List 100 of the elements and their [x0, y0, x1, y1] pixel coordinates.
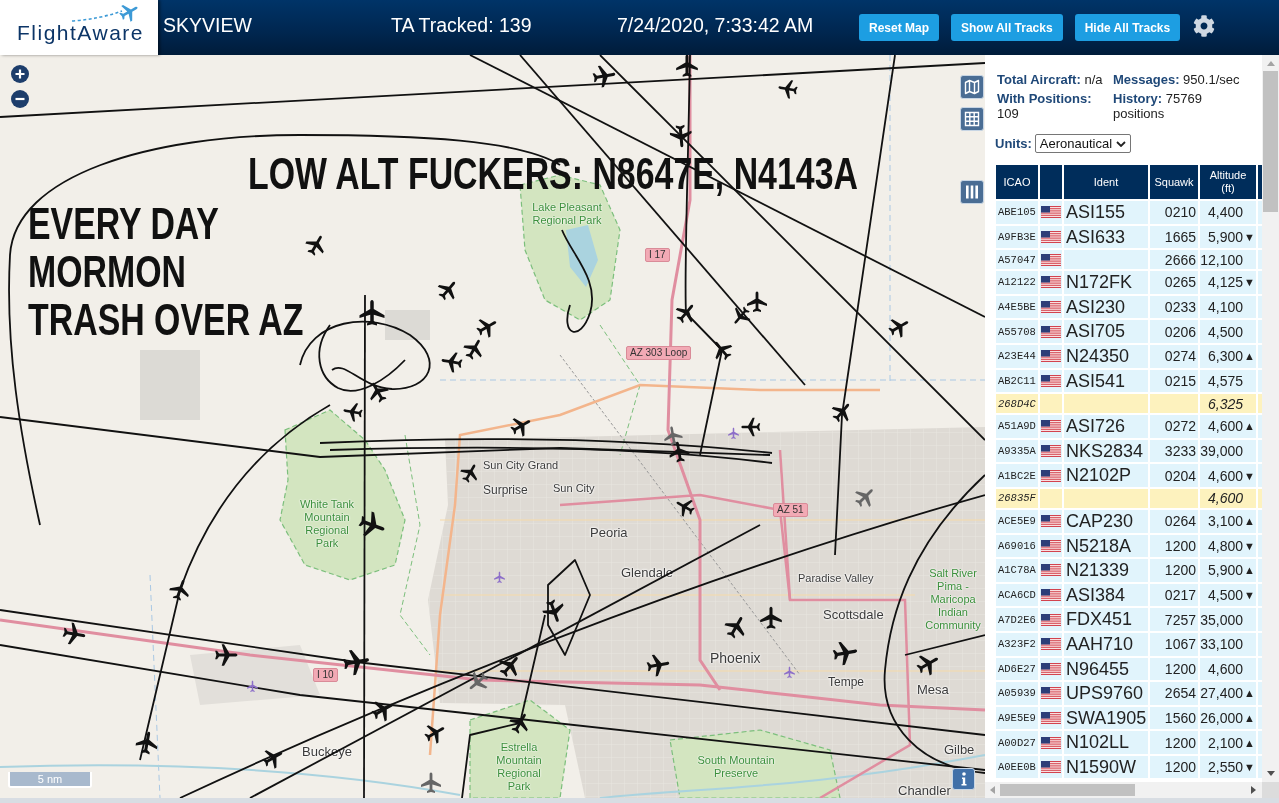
- altitude-value: 3,100: [1207, 513, 1243, 530]
- column-header[interactable]: Ident: [1064, 165, 1148, 199]
- airplane-icon[interactable]: [168, 578, 192, 602]
- airport-icon: [493, 571, 506, 584]
- scroll-right-icon[interactable]: [1251, 786, 1256, 794]
- column-header[interactable]: ICAO: [996, 165, 1038, 199]
- airplane-icon[interactable]: [758, 605, 784, 631]
- flag-icon: [1041, 687, 1061, 700]
- airplane-icon[interactable]: [341, 647, 371, 677]
- airplane-icon[interactable]: [740, 416, 762, 438]
- altitude-value: 4,400: [1207, 204, 1243, 221]
- table-cell: UPS9760: [1064, 682, 1148, 705]
- settings-icon[interactable]: [1193, 14, 1216, 37]
- place-label: Chandler: [898, 784, 951, 798]
- logo-wordmark[interactable]: FlightAware: [17, 22, 144, 44]
- airplane-icon[interactable]: [342, 401, 364, 423]
- vertical-scrollbar[interactable]: [1262, 55, 1279, 782]
- table-cell: N5218A: [1064, 534, 1148, 558]
- map-view-button[interactable]: [960, 75, 984, 99]
- trend-arrow: ▲: [1243, 420, 1255, 433]
- scrollbar-thumb[interactable]: [1000, 784, 1135, 796]
- info-button[interactable]: [952, 768, 975, 790]
- flag-icon: [1041, 301, 1061, 314]
- airplane-icon[interactable]: [668, 123, 694, 149]
- altitude-value: 4,600: [1207, 467, 1243, 484]
- columns-button[interactable]: [960, 180, 984, 204]
- airplane-icon[interactable]: [662, 425, 684, 447]
- units-label: Units:: [995, 136, 1032, 151]
- map-annotation: EVERY DAY MORMON TRASH OVER AZ: [28, 200, 304, 344]
- road-label: I 17: [645, 248, 670, 262]
- units-select[interactable]: Aeronautical: [1034, 134, 1132, 153]
- folded-map-icon: [964, 79, 980, 95]
- altitude-value: 4,125: [1207, 274, 1243, 291]
- altitude-value: 5,900: [1207, 228, 1243, 245]
- altitude-value: 33,100: [1200, 636, 1243, 653]
- table-cell: A323F2: [996, 632, 1038, 656]
- table-cell: N21339: [1064, 559, 1148, 582]
- stat-text: Messages: 950.1/sec: [1113, 72, 1241, 87]
- flag-icon: [1041, 589, 1061, 601]
- place-label: Scottsdale: [823, 608, 884, 623]
- table-cell: 3233: [1150, 439, 1198, 463]
- flag-icon: [1041, 374, 1061, 387]
- table-cell: 1200: [1150, 657, 1198, 681]
- altitude-value: 4,100: [1207, 299, 1243, 316]
- built-up-area: [385, 310, 430, 340]
- table-cell: ASI230: [1064, 295, 1148, 319]
- airplane-icon[interactable]: [591, 63, 617, 89]
- trend-arrow: ▼: [1243, 469, 1255, 482]
- airplane-icon[interactable]: [674, 55, 700, 79]
- table-cell: SWA1905: [1064, 706, 1148, 730]
- altitude-value: 12,100: [1200, 251, 1243, 268]
- table-cell: N1590W: [1064, 755, 1148, 779]
- column-header[interactable]: Squawk: [1150, 165, 1198, 199]
- flag-icon: [1041, 350, 1061, 363]
- park-label: Estrella Mountain Regional Park: [495, 741, 543, 793]
- airplane-icon[interactable]: [645, 652, 671, 678]
- park-label: White Tank Mountain Regional Park: [298, 498, 356, 550]
- flag-icon: [1041, 613, 1061, 626]
- altitude-value: 4,600: [1207, 490, 1243, 507]
- altitude-value: 27,400: [1200, 685, 1243, 702]
- place-label: Peoria: [590, 526, 628, 541]
- airplane-icon[interactable]: [61, 621, 87, 647]
- table-cell: 0274: [1150, 344, 1198, 368]
- airplane-icon[interactable]: [134, 730, 160, 756]
- map-view[interactable]: [0, 55, 985, 798]
- table-cell: ASI633: [1064, 225, 1148, 249]
- airplane-icon[interactable]: [213, 642, 239, 668]
- flag-icon: [1041, 276, 1061, 289]
- table-cell: 0206: [1150, 320, 1198, 343]
- table-cell: A1BC2E: [996, 464, 1038, 487]
- plane-trail-icon: [70, 2, 140, 22]
- zoom-out-icon[interactable]: [11, 90, 29, 108]
- table-cell: 2654: [1150, 682, 1198, 705]
- flag-icon: [1041, 325, 1061, 338]
- stat-text: With Positions: 109: [997, 91, 1093, 121]
- scroll-down-icon[interactable]: [1266, 771, 1275, 776]
- table-cell: N96455: [1064, 657, 1148, 681]
- place-label: Sun City Grand: [483, 459, 559, 472]
- flag-icon: [1041, 420, 1061, 433]
- table-cell: N172FK: [1064, 271, 1148, 294]
- table-cell: A57047: [996, 250, 1038, 270]
- scrollbar-thumb[interactable]: [1263, 71, 1278, 212]
- flag-icon: [1041, 469, 1061, 482]
- airplane-icon[interactable]: [667, 440, 691, 464]
- column-header[interactable]: Altitude (ft): [1200, 165, 1256, 199]
- airplane-icon[interactable]: [357, 298, 387, 328]
- grid-icon: [964, 111, 980, 127]
- airport-icon: [727, 427, 740, 440]
- place-label: Glendale: [621, 566, 674, 581]
- grid-button[interactable]: [960, 107, 984, 131]
- airplane-icon[interactable]: [777, 78, 799, 100]
- table-cell: ASI155: [1064, 201, 1148, 224]
- airplane-icon[interactable]: [745, 290, 769, 314]
- airplane-icon[interactable]: [831, 639, 859, 667]
- zoom-in-icon[interactable]: [11, 65, 29, 83]
- altitude-value: 2,550: [1207, 759, 1243, 776]
- airplane-icon[interactable]: [440, 350, 464, 374]
- table-cell: 1560: [1150, 706, 1198, 730]
- horizontal-scrollbar[interactable]: [985, 782, 1262, 798]
- table-cell: ASI726: [1064, 415, 1148, 438]
